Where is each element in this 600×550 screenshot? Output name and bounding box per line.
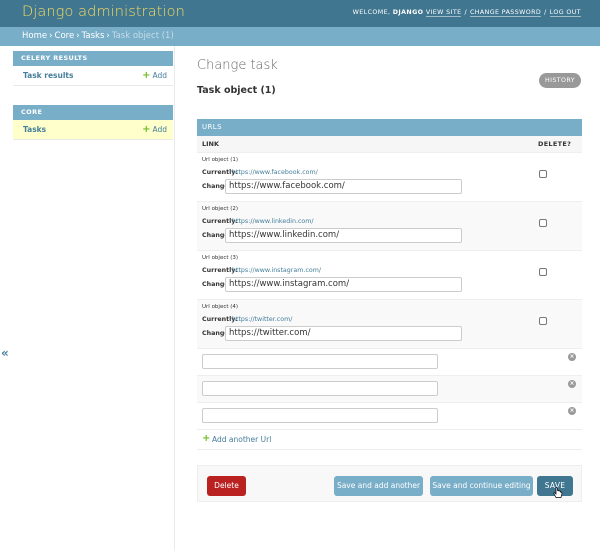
inline-row: Url object (4) Currently: https://twitte… xyxy=(197,300,582,349)
inline-object-label: Url object (3) xyxy=(202,255,239,261)
delete-checkbox[interactable] xyxy=(539,219,547,227)
add-task-result-link[interactable]: + Add xyxy=(142,66,167,86)
page-title: Change task xyxy=(197,58,278,73)
submit-row: Delete Save and add another Save and con… xyxy=(197,465,582,502)
current-url-link[interactable]: https://www.facebook.com/ xyxy=(232,169,318,176)
inline-table-header: LINK DELETE? xyxy=(197,136,582,153)
save-button[interactable]: SAVE xyxy=(537,476,573,498)
url-input[interactable]: https://www.facebook.com/ xyxy=(225,179,462,194)
inline-caption: URLS xyxy=(197,119,582,136)
url-input[interactable]: https://www.linkedin.com/ xyxy=(225,228,462,243)
remove-row-icon[interactable]: × xyxy=(568,353,576,361)
delete-checkbox[interactable] xyxy=(539,268,547,276)
add-label: Add xyxy=(152,71,167,80)
user-tools: WELCOME, DJANGO VIEW SITE / CHANGE PASSWOR… xyxy=(352,9,581,17)
delete-checkbox[interactable] xyxy=(539,317,547,325)
delete-checkbox[interactable] xyxy=(539,170,547,178)
remove-row-icon[interactable]: × xyxy=(568,380,576,388)
sidebar-item-task-results: Task results + Add xyxy=(13,66,173,86)
module-core: CORE Tasks + Add xyxy=(13,105,173,140)
new-url-input[interactable] xyxy=(202,381,438,396)
save-and-continue-button[interactable]: Save and continue editing xyxy=(430,476,533,496)
inline-row: Url object (3) Currently: https://www.in… xyxy=(197,251,582,300)
empty-inline-row: × xyxy=(197,376,582,403)
column-header-link: LINK xyxy=(202,140,220,148)
breadcrumb-home[interactable]: Home xyxy=(22,31,47,41)
separator: / xyxy=(464,9,467,16)
current-url-link[interactable]: https://www.linkedin.com/ xyxy=(232,218,314,225)
sidebar-item-tasks: Tasks + Add xyxy=(13,120,173,140)
delete-button[interactable]: Delete xyxy=(207,476,246,496)
add-another-url-link[interactable]: Add another Url xyxy=(212,435,271,444)
plus-icon: + xyxy=(142,124,151,135)
save-and-add-another-button[interactable]: Save and add another xyxy=(334,476,423,496)
breadcrumb-current: Task object (1) xyxy=(111,31,174,41)
model-link-task-results[interactable]: Task results xyxy=(23,71,73,80)
collapse-sidebar-icon[interactable]: « xyxy=(1,346,11,360)
inline-object-label: Url object (4) xyxy=(202,304,239,310)
empty-inline-row: × xyxy=(197,349,582,376)
inline-object-label: Url object (1) xyxy=(202,157,239,163)
breadcrumb: Home › Core › Tasks › Task object (1) xyxy=(0,27,600,46)
new-url-input[interactable] xyxy=(202,354,438,369)
welcome-text: WELCOME, xyxy=(352,9,391,16)
breadcrumb-core[interactable]: Core xyxy=(55,31,75,41)
hand-cursor-icon xyxy=(553,487,563,498)
add-task-link[interactable]: + Add xyxy=(142,120,167,140)
log-out-link[interactable]: LOG OUT xyxy=(549,9,581,17)
inline-object-label: Url object (2) xyxy=(202,206,239,212)
breadcrumb-separator: › xyxy=(106,31,110,41)
separator: / xyxy=(544,9,547,16)
add-label: Add xyxy=(152,125,167,134)
object-title: Task object (1) xyxy=(197,85,276,96)
column-header-delete: DELETE? xyxy=(538,140,572,148)
empty-inline-row: × xyxy=(197,403,582,430)
module-caption[interactable]: CELERY RESULTS xyxy=(13,51,173,66)
breadcrumb-tasks[interactable]: Tasks xyxy=(82,31,105,41)
history-button[interactable]: HISTORY xyxy=(539,73,581,88)
inline-row: Url object (2) Currently: https://www.li… xyxy=(197,202,582,251)
sidebar: CELERY RESULTS Task results + Add CORE Ta… xyxy=(0,46,175,550)
module-caption[interactable]: CORE xyxy=(13,105,173,120)
new-url-input[interactable] xyxy=(202,408,438,423)
remove-row-icon[interactable]: × xyxy=(568,407,576,415)
model-link-tasks[interactable]: Tasks xyxy=(23,125,46,134)
plus-icon: + xyxy=(142,70,151,81)
view-site-link[interactable]: VIEW SITE xyxy=(425,9,462,17)
username: DJANGO xyxy=(392,9,424,16)
url-input[interactable]: https://www.instagram.com/ xyxy=(225,277,462,292)
header: Django administration WELCOME, DJANGO VI… xyxy=(0,0,600,27)
change-password-link[interactable]: CHANGE PASSWORD xyxy=(470,9,542,17)
module-celery-results: CELERY RESULTS Task results + Add xyxy=(13,51,173,86)
breadcrumb-separator: › xyxy=(49,31,53,41)
current-url-link[interactable]: https://www.instagram.com/ xyxy=(232,267,321,274)
plus-icon: + xyxy=(202,433,211,444)
site-brand[interactable]: Django administration xyxy=(22,4,185,20)
add-another-url-row[interactable]: + Add another Url xyxy=(197,430,582,450)
url-input[interactable]: https://twitter.com/ xyxy=(225,326,462,341)
current-url-link[interactable]: https://twitter.com/ xyxy=(232,316,292,323)
inline-row: Url object (1) Currently: https://www.fa… xyxy=(197,153,582,202)
breadcrumb-separator: › xyxy=(76,31,80,41)
